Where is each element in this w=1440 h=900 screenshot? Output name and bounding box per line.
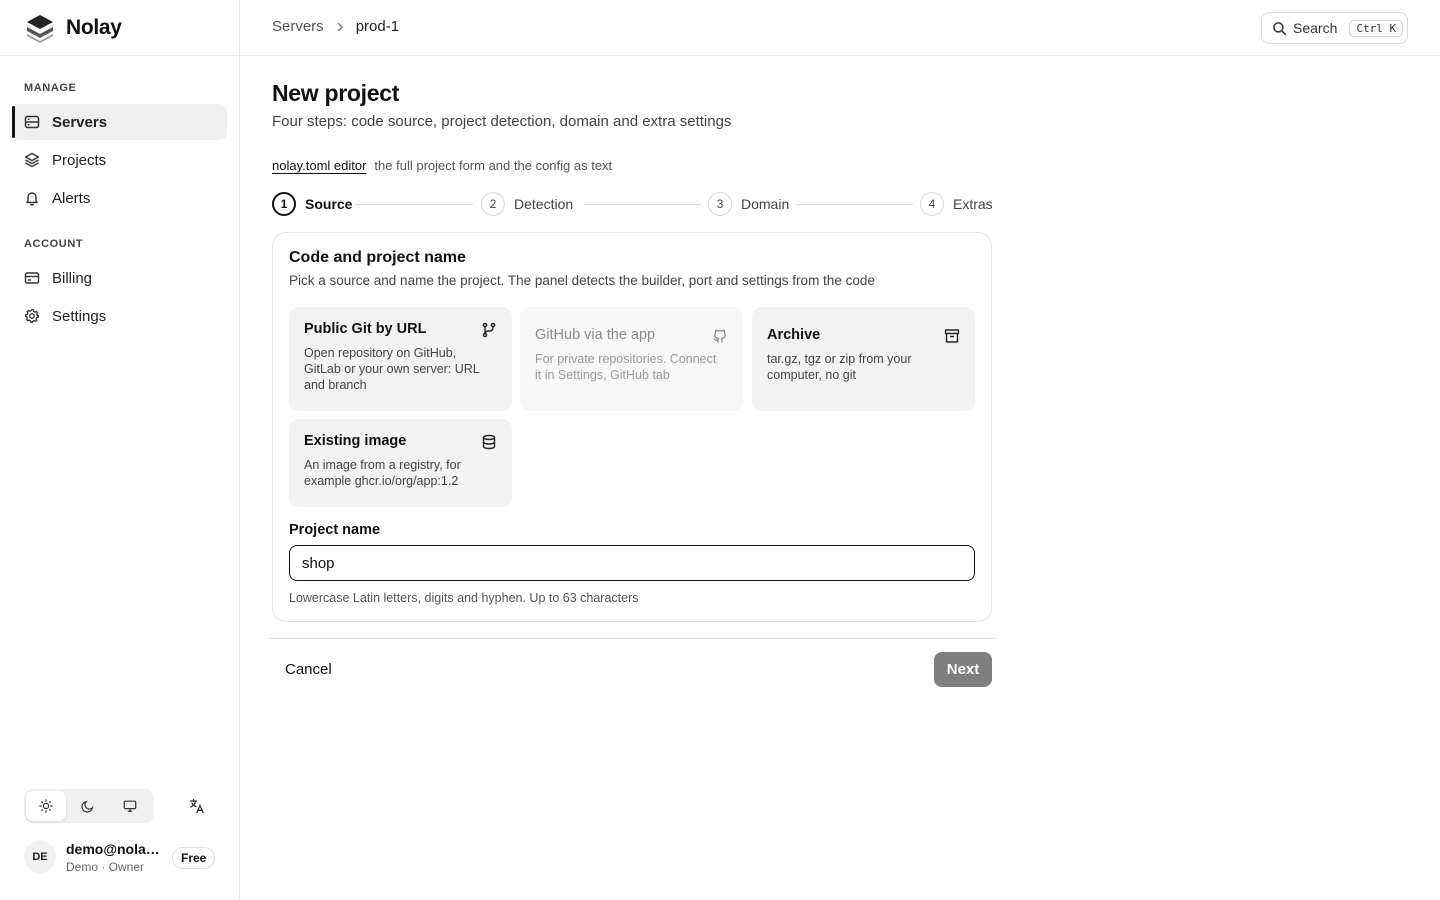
- option-title: Public Git by URL: [304, 321, 427, 337]
- language-button[interactable]: [182, 792, 212, 820]
- nav-section-manage: MANAGE: [24, 82, 77, 94]
- breadcrumb: Servers prod-1: [272, 18, 399, 35]
- sidebar: Nolay MANAGE Servers Projects Alerts ACC…: [0, 0, 240, 900]
- option-description: For private repositories. Connect it in …: [535, 352, 717, 382]
- toml-editor-link[interactable]: nolay.toml editor: [272, 158, 366, 173]
- toml-editor-description: the full project form and the config as …: [374, 158, 613, 173]
- brand-name: Nolay: [66, 16, 122, 39]
- toml-editor-row: nolay.toml editor the full project form …: [272, 158, 612, 173]
- step-number: 3: [708, 192, 732, 216]
- sun-icon: [39, 799, 53, 813]
- breadcrumb-servers-link[interactable]: Servers: [272, 18, 324, 35]
- footer-divider: [270, 638, 996, 639]
- option-description: Open repository on GitHub, GitLab or you…: [304, 346, 480, 392]
- theme-dark-button[interactable]: [68, 791, 108, 821]
- search-icon: [1273, 21, 1287, 35]
- project-name-label: Project name: [289, 522, 381, 538]
- sidebar-item-label: Servers: [52, 113, 108, 131]
- moon-icon: [81, 800, 94, 813]
- avatar: DE: [24, 841, 56, 873]
- nav-section-account: ACCOUNT: [24, 238, 84, 250]
- brand[interactable]: Nolay: [24, 12, 122, 44]
- step-connector: [796, 204, 913, 205]
- bell-icon: [26, 192, 38, 206]
- search-label: Search: [1293, 20, 1338, 36]
- step-detection[interactable]: 2 Detection: [481, 192, 573, 216]
- translate-icon: [189, 798, 204, 814]
- user-role: Demo · Owner: [66, 860, 145, 874]
- sidebar-item-servers[interactable]: Servers: [12, 104, 227, 140]
- page-title: New project: [272, 80, 400, 106]
- sidebar-divider: [0, 55, 239, 56]
- option-title: Archive: [767, 327, 821, 343]
- sidebar-item-billing[interactable]: Billing: [12, 260, 227, 296]
- nolay-logo-icon: [27, 15, 53, 43]
- layers-icon: [24, 152, 40, 168]
- step-number: 1: [272, 192, 296, 216]
- gear-icon: [24, 308, 40, 324]
- step-number: 4: [920, 192, 944, 216]
- stepper: 1 Source 2 Detection 3 Domain 4 Extras: [272, 192, 993, 216]
- step-source[interactable]: 1 Source: [272, 192, 352, 216]
- server-icon: [24, 115, 40, 129]
- github-icon: [713, 329, 726, 343]
- user-email: demo@nolay...: [66, 841, 164, 857]
- search-shortcut: Ctrl K: [1349, 19, 1404, 37]
- step-number: 2: [481, 192, 505, 216]
- step-extras[interactable]: 4 Extras: [920, 192, 993, 216]
- monitor-icon: [123, 800, 137, 812]
- option-description: tar.gz, tgz or zip from your computer, n…: [767, 352, 912, 382]
- source-option-archive[interactable]: Archive tar.gz, tgz or zip from your com…: [752, 307, 975, 411]
- step-connector: [584, 204, 701, 205]
- breadcrumb-current: prod-1: [355, 18, 400, 35]
- cancel-button[interactable]: Cancel: [272, 652, 345, 686]
- step-domain[interactable]: 3 Domain: [708, 192, 789, 216]
- sidebar-item-label: Projects: [52, 151, 107, 169]
- git-branch-icon: [482, 322, 496, 338]
- search-button[interactable]: Search Ctrl K: [1261, 12, 1408, 44]
- card-description: Pick a source and name the project. The …: [289, 273, 875, 288]
- option-title: Existing image: [304, 433, 407, 449]
- database-icon: [482, 434, 496, 450]
- sidebar-item-projects[interactable]: Projects: [12, 142, 227, 178]
- source-option-public-git[interactable]: Public Git by URL Open repository on Git…: [289, 307, 512, 411]
- sidebar-item-label: Settings: [52, 307, 107, 325]
- page-subtitle: Four steps: code source, project detecti…: [272, 113, 732, 130]
- sidebar-item-label: Alerts: [52, 189, 91, 207]
- sidebar-item-alerts[interactable]: Alerts: [12, 180, 227, 216]
- sidebar-item-settings[interactable]: Settings: [12, 298, 227, 334]
- source-option-existing-image[interactable]: Existing image An image from a registry,…: [289, 419, 512, 507]
- credit-card-icon: [24, 272, 40, 284]
- theme-switcher: [24, 789, 154, 823]
- source-option-github-app: GitHub via the app For private repositor…: [520, 307, 743, 411]
- theme-system-button[interactable]: [110, 791, 150, 821]
- user-card[interactable]: DE demo@nolay... Demo · Owner Free: [24, 840, 224, 876]
- step-label: Extras: [953, 196, 993, 212]
- sidebar-item-label: Billing: [52, 269, 93, 287]
- option-title: GitHub via the app: [535, 327, 656, 343]
- step-label: Source: [305, 196, 353, 212]
- topbar: Servers prod-1 Search Ctrl K: [240, 0, 1440, 56]
- card-title: Code and project name: [289, 249, 466, 266]
- plan-badge: Free: [172, 847, 216, 869]
- chevron-right-icon: [337, 22, 343, 31]
- project-name-input[interactable]: [289, 545, 975, 581]
- theme-light-button[interactable]: [26, 791, 66, 821]
- step-connector: [355, 204, 473, 205]
- archive-icon: [944, 329, 960, 343]
- next-button[interactable]: Next: [934, 652, 992, 687]
- option-description: An image from a registry, for example gh…: [304, 458, 461, 488]
- source-card: Code and project name Pick a source and …: [272, 232, 992, 622]
- project-name-hint: Lowercase Latin letters, digits and hyph…: [289, 591, 639, 605]
- step-label: Detection: [514, 196, 574, 212]
- step-label: Domain: [741, 196, 790, 212]
